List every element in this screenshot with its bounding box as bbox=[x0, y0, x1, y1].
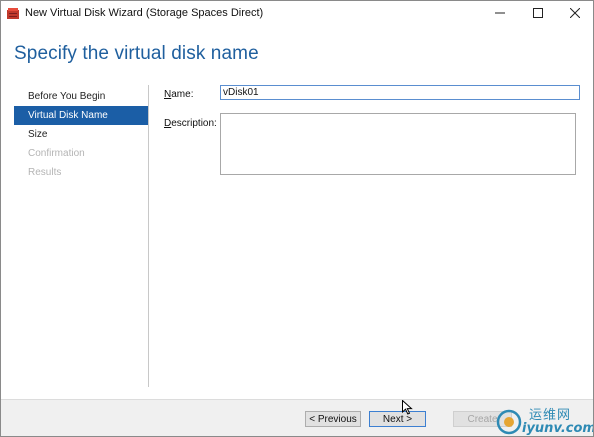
watermark: 运维网 iyunv.com bbox=[496, 403, 593, 436]
close-button[interactable] bbox=[556, 1, 593, 25]
close-icon bbox=[569, 8, 580, 18]
nav-step-before-you-begin[interactable]: Before You Begin bbox=[14, 87, 148, 106]
previous-button[interactable]: < Previous bbox=[305, 411, 361, 427]
nav-step-size[interactable]: Size bbox=[14, 125, 148, 144]
minimize-button[interactable] bbox=[481, 1, 518, 25]
description-textarea[interactable] bbox=[220, 113, 576, 175]
page-title: Specify the virtual disk name bbox=[14, 43, 259, 64]
watermark-logo-icon bbox=[496, 409, 522, 435]
name-label-text: ame: bbox=[171, 89, 194, 100]
mouse-pointer-icon bbox=[402, 400, 413, 415]
wizard-header: Specify the virtual disk name bbox=[1, 29, 593, 79]
next-button[interactable]: Next > bbox=[369, 411, 426, 427]
window-title: New Virtual Disk Wizard (Storage Spaces … bbox=[25, 7, 264, 19]
watermark-text-bottom: iyunv.com bbox=[522, 421, 594, 436]
maximize-button[interactable] bbox=[519, 1, 556, 25]
storage-wizard-icon bbox=[7, 8, 19, 19]
name-label: Name: bbox=[164, 89, 193, 100]
name-input[interactable] bbox=[220, 85, 580, 100]
description-label-text: escription: bbox=[171, 118, 217, 129]
description-label: Description: bbox=[164, 118, 217, 129]
nav-divider bbox=[148, 85, 149, 387]
title-bar: New Virtual Disk Wizard (Storage Spaces … bbox=[1, 1, 593, 29]
nav-step-virtual-disk-name[interactable]: Virtual Disk Name bbox=[14, 106, 148, 125]
wizard-steps-nav: Before You Begin Virtual Disk Name Size … bbox=[14, 87, 148, 182]
minimize-icon bbox=[494, 12, 505, 14]
nav-step-confirmation: Confirmation bbox=[28, 148, 85, 159]
wizard-window: New Virtual Disk Wizard (Storage Spaces … bbox=[0, 0, 594, 437]
nav-step-results: Results bbox=[28, 167, 62, 178]
maximize-icon bbox=[532, 8, 543, 18]
